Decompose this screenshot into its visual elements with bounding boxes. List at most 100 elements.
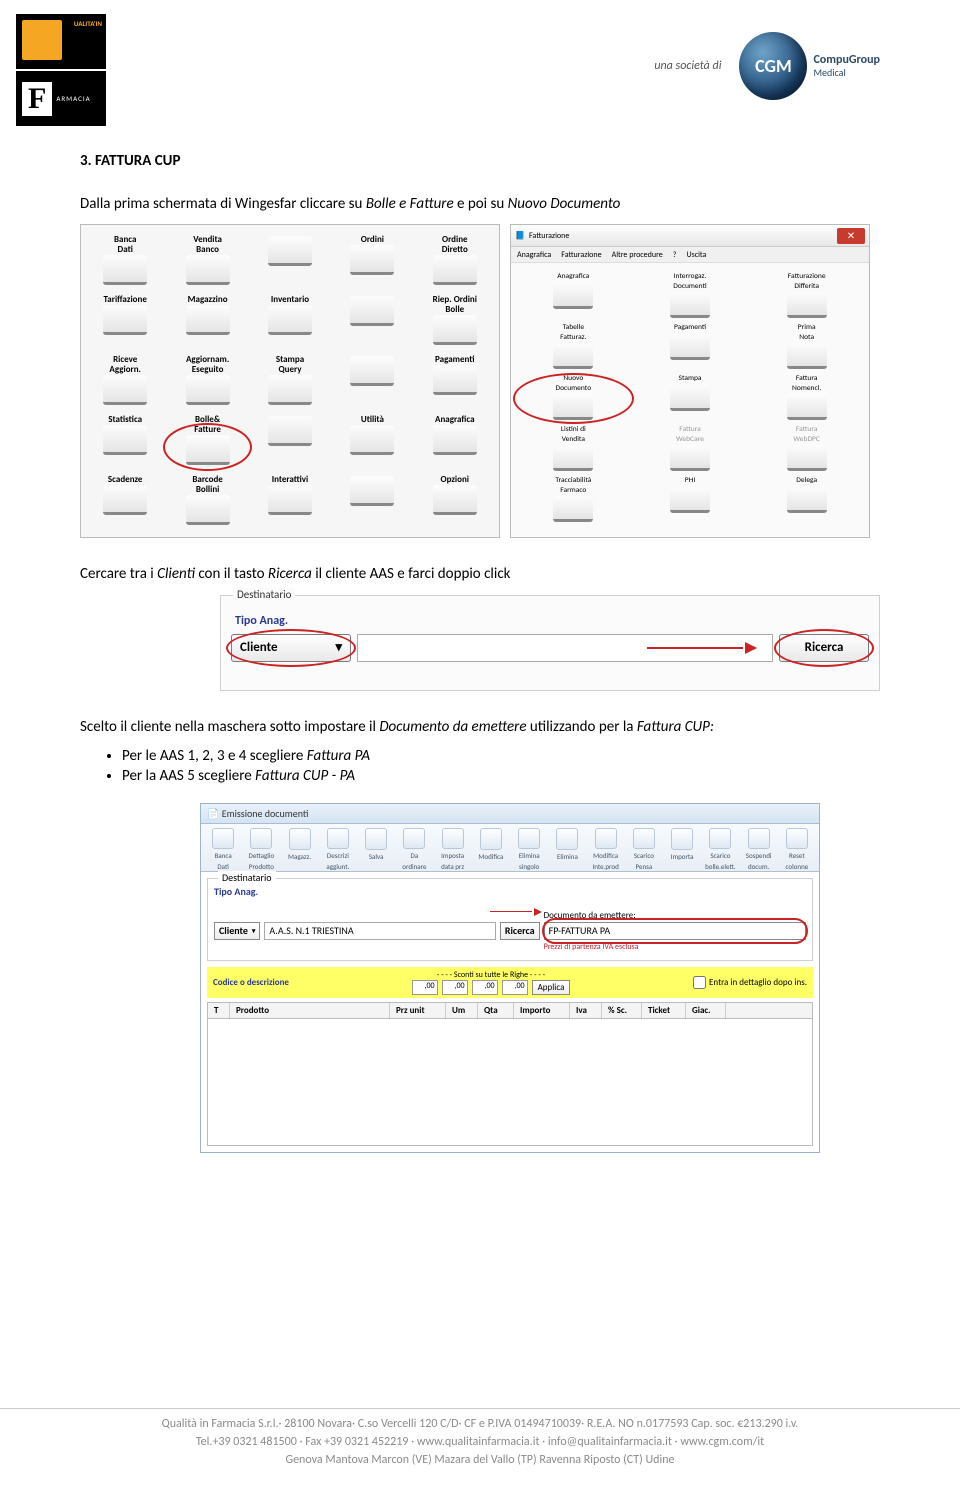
close-icon[interactable]: ✕ xyxy=(837,228,865,244)
sub-tile[interactable]: Delega xyxy=(750,477,863,522)
column-header[interactable]: Prodotto xyxy=(230,1003,390,1018)
ricerca-button[interactable]: Ricerca xyxy=(779,634,869,662)
sub-tile[interactable]: NuovoDocumento xyxy=(517,375,630,420)
main-tile[interactable]: Statistica xyxy=(85,413,165,467)
column-header[interactable]: Qta xyxy=(478,1003,514,1018)
sub-tile[interactable]: FatturaNomencl. xyxy=(750,375,863,420)
tile-icon xyxy=(350,356,394,386)
cgm-brand-text: CompuGroup Medical xyxy=(813,54,880,78)
main-tile[interactable]: Pagamenti xyxy=(415,353,495,407)
toolbar-button[interactable]: Elimina xyxy=(549,828,585,871)
entra-dettaglio-checkbox[interactable]: Entra in dettaglio dopo ins. xyxy=(693,976,807,989)
tile-icon xyxy=(186,495,230,525)
toolbar-button[interactable]: Scaricobolle.elett. xyxy=(702,828,738,871)
main-tile[interactable] xyxy=(250,413,330,467)
toolbar-button[interactable]: Sospendidocum. xyxy=(741,828,777,871)
sub-tile[interactable]: Anagrafica xyxy=(517,273,630,318)
sconto-field[interactable]: ,00 xyxy=(412,980,438,995)
main-tile[interactable] xyxy=(332,353,412,407)
sub-tile[interactable]: PrimaNota xyxy=(750,324,863,369)
toolbar-icon xyxy=(595,828,617,849)
toolbar-button[interactable]: Descriziaggiunt. xyxy=(320,828,356,871)
main-tile[interactable]: Bolle&Fatture xyxy=(167,413,247,467)
emiss-ricerca-button[interactable]: Ricerca xyxy=(500,922,540,940)
menu-item[interactable]: Fatturazione xyxy=(561,250,601,260)
toolbar-button[interactable]: Daordinare xyxy=(396,828,432,871)
applica-button[interactable]: Applica xyxy=(532,980,571,995)
sub-tile[interactable]: Pagamenti xyxy=(634,324,747,369)
column-header[interactable]: Prz unit xyxy=(390,1003,446,1018)
toolbar-icon xyxy=(442,828,464,849)
sub-tile[interactable]: TracciabilitàFarmaco xyxy=(517,477,630,522)
column-header[interactable]: Giac. xyxy=(686,1003,726,1018)
toolbar-icon xyxy=(671,828,693,850)
tile-icon xyxy=(670,487,710,513)
main-tile[interactable]: BarcodeBollini xyxy=(167,473,247,527)
sconto-field[interactable]: ,00 xyxy=(502,980,528,995)
column-header[interactable]: % Sc. xyxy=(602,1003,642,1018)
toolbar-button[interactable]: ModificaInte.prod xyxy=(588,828,624,871)
menu-item[interactable]: Altre procedure xyxy=(612,250,663,260)
para1-text: Dalla prima schermata di Wingesfar clicc… xyxy=(80,195,620,213)
main-tile[interactable]: Riep. OrdiniBolle xyxy=(415,293,495,347)
toolbar-button[interactable]: DettaglioProdotto xyxy=(243,828,279,871)
column-header[interactable]: Um xyxy=(446,1003,478,1018)
sub-tile[interactable]: FatturaWebDPC xyxy=(750,426,863,471)
sub-tile[interactable]: Interrogaz.Documenti xyxy=(634,273,747,318)
main-tile[interactable]: Aggiornam.Eseguito xyxy=(167,353,247,407)
sub-tile[interactable]: FatturaWebCare xyxy=(634,426,747,471)
header-right: una società di CGM CompuGroup Medical xyxy=(654,32,880,100)
emiss-cliente-value[interactable]: A.A.S. N.1 TRIESTINA xyxy=(264,922,495,940)
main-tile[interactable]: Scadenze xyxy=(85,473,165,527)
main-tile[interactable]: Tariffazione xyxy=(85,293,165,347)
main-tile[interactable]: Inventario xyxy=(250,293,330,347)
sub-tile[interactable]: Listini diVendita xyxy=(517,426,630,471)
main-tile[interactable]: Magazzino xyxy=(167,293,247,347)
menu-bar[interactable]: Anagrafica Fatturazione Altre procedure? Us… xyxy=(511,247,869,263)
main-tile[interactable] xyxy=(332,293,412,347)
toolbar-button[interactable]: Importa xyxy=(664,828,700,871)
toolbar-button[interactable]: BancaDati xyxy=(205,828,241,871)
main-tile[interactable]: Utilità xyxy=(332,413,412,467)
toolbar-button[interactable]: Resetcolonne xyxy=(779,828,815,871)
codice-descrizione-row: Codice o descrizione - - - - Sconti su t… xyxy=(207,967,813,998)
column-header[interactable]: Ticket xyxy=(642,1003,686,1018)
main-tile[interactable]: Ordini xyxy=(332,233,412,287)
menu-item[interactable]: Anagrafica xyxy=(517,250,551,260)
menu-item[interactable]: Uscita xyxy=(686,250,706,260)
main-tile[interactable]: BancaDati xyxy=(85,233,165,287)
main-tile[interactable]: Opzioni xyxy=(415,473,495,527)
main-tile[interactable] xyxy=(332,473,412,527)
emiss-dest-legend: Destinatario xyxy=(218,871,276,884)
menu-item[interactable]: ? xyxy=(673,250,677,260)
main-tile[interactable]: OrdineDiretto xyxy=(415,233,495,287)
toolbar-button[interactable]: Eliminasingolo xyxy=(511,828,547,871)
toolbar-button[interactable]: Modifica xyxy=(473,828,509,871)
tile-icon xyxy=(103,255,147,285)
documento-emettere-field[interactable]: FP-FATTURA PA xyxy=(544,922,806,940)
toolbar-button[interactable]: Magazz. xyxy=(282,828,318,871)
main-tile[interactable]: VenditaBanco xyxy=(167,233,247,287)
column-header[interactable]: T xyxy=(208,1003,230,1018)
cliente-dropdown[interactable]: Cliente ▾ xyxy=(231,634,351,662)
entra-checkbox-input[interactable] xyxy=(693,976,706,989)
cgm-brand-top: CompuGroup xyxy=(813,53,880,67)
toolbar-button[interactable]: Impostadata prz xyxy=(435,828,471,871)
column-header[interactable]: Importo xyxy=(514,1003,570,1018)
toolbar-button[interactable]: ScaricoPensa xyxy=(626,828,662,871)
sub-tile[interactable]: Stampa xyxy=(634,375,747,420)
main-tile[interactable]: RiceveAggiorn. xyxy=(85,353,165,407)
sub-tile[interactable]: TabelleFatturaz. xyxy=(517,324,630,369)
sconto-field[interactable]: ,00 xyxy=(442,980,468,995)
sub-tile[interactable]: FatturazioneDifferita xyxy=(750,273,863,318)
main-tile[interactable] xyxy=(250,233,330,287)
cgm-logo: CGM CompuGroup Medical xyxy=(739,32,880,100)
emiss-cliente-dropdown[interactable]: Cliente ▾ xyxy=(214,922,260,940)
main-tile[interactable]: StampaQuery xyxy=(250,353,330,407)
sconto-field[interactable]: ,00 xyxy=(472,980,498,995)
main-tile[interactable]: Anagrafica xyxy=(415,413,495,467)
main-tile[interactable]: Interattivi xyxy=(250,473,330,527)
sub-tile[interactable]: PHI xyxy=(634,477,747,522)
toolbar-button[interactable]: Salva xyxy=(358,828,394,871)
column-header[interactable]: Iva xyxy=(570,1003,602,1018)
